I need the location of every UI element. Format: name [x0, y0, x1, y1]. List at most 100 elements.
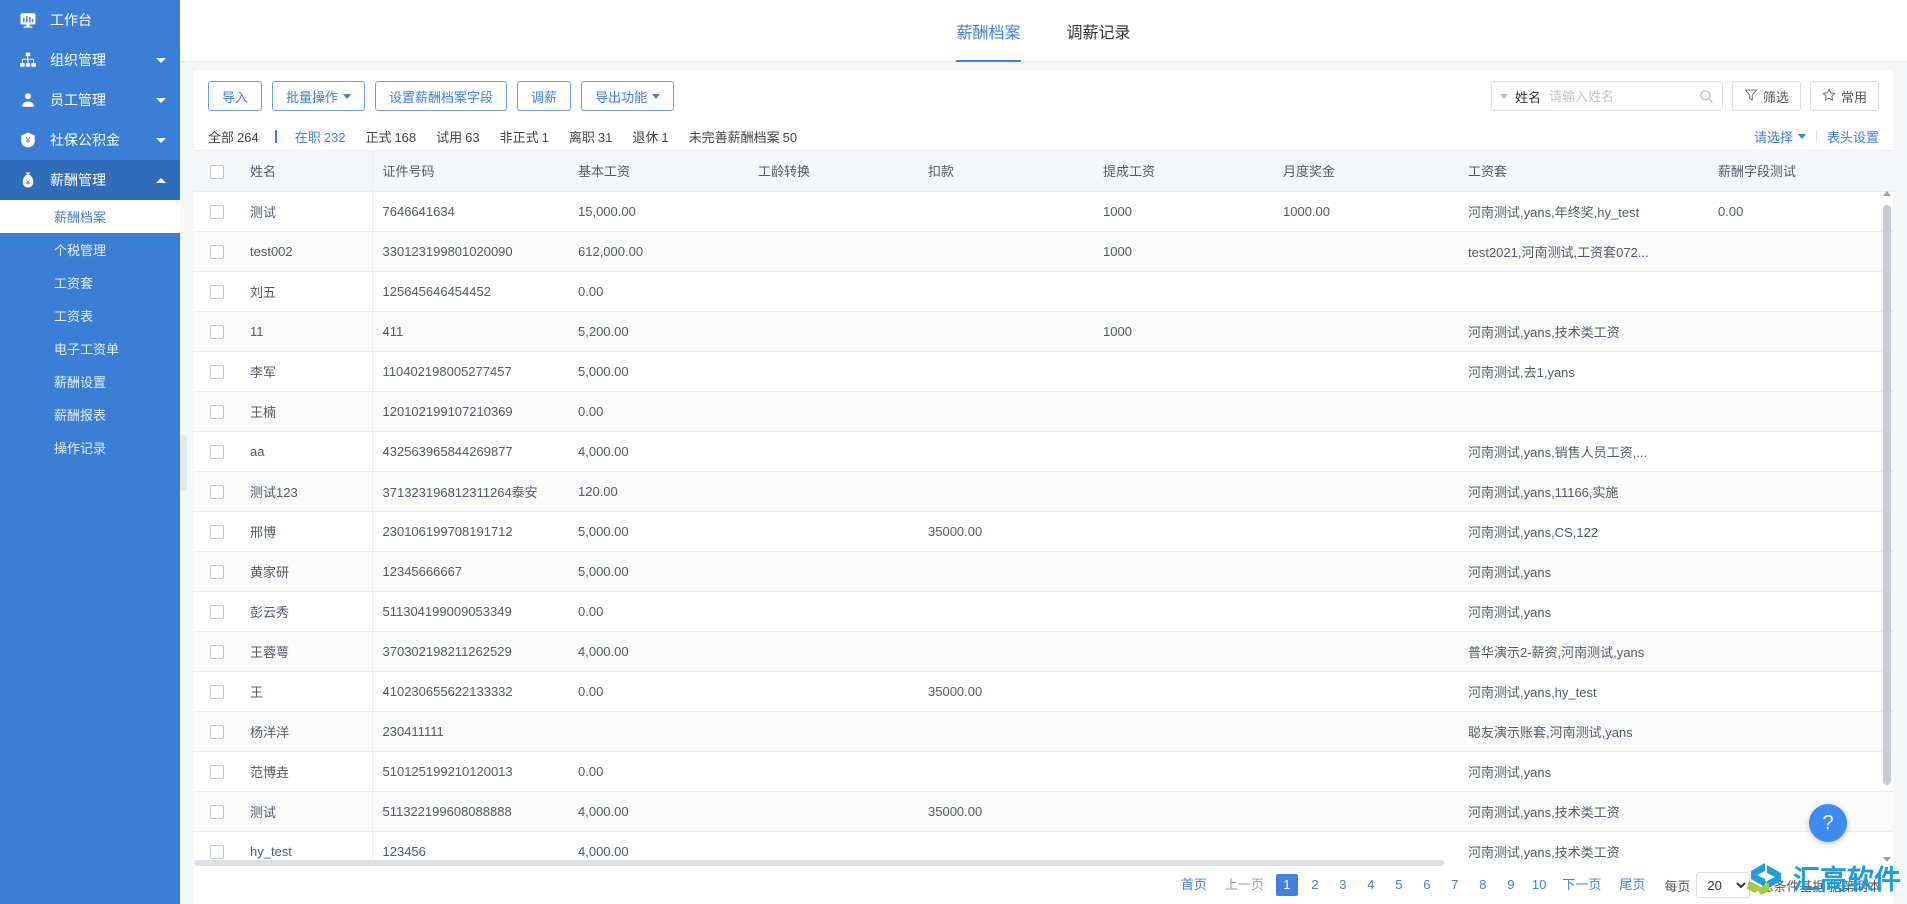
row-checkbox[interactable]	[210, 685, 224, 699]
favorite-button[interactable]: 常用	[1810, 81, 1879, 111]
table-row[interactable]: 彭云秀5113041990090533490.00河南测试,yans	[194, 591, 1893, 631]
scrollbar-thumb[interactable]	[1883, 205, 1891, 785]
per-page-select[interactable]: 102050100	[1696, 872, 1750, 898]
status-filter-resigned[interactable]: 离职31	[569, 127, 612, 146]
pagination-page-6[interactable]: 6	[1416, 874, 1438, 896]
table-row[interactable]: 黄家研123456666675,000.00河南测试,yans	[194, 551, 1893, 591]
pagination-page-8[interactable]: 8	[1472, 874, 1494, 896]
row-checkbox[interactable]	[210, 205, 224, 219]
table-row[interactable]: test002330123199801020090612,000.001000t…	[194, 231, 1893, 271]
pagination-page-2[interactable]: 2	[1304, 874, 1326, 896]
status-filter-onjob[interactable]: 在职232	[295, 127, 346, 146]
row-checkbox[interactable]	[210, 845, 224, 859]
pagination-first[interactable]: 首页	[1172, 874, 1216, 896]
batch-operation-button[interactable]: 批量操作	[272, 81, 365, 111]
pagination-page-5[interactable]: 5	[1388, 874, 1410, 896]
row-checkbox[interactable]	[210, 565, 224, 579]
row-checkbox[interactable]	[210, 445, 224, 459]
pagination-page-1[interactable]: 1	[1276, 874, 1298, 896]
sidebar-item-insurance[interactable]: ¥ 社保公积金	[0, 120, 180, 160]
sidebar-subitem-salary-report[interactable]: 薪酬报表	[0, 398, 180, 431]
configure-fields-button[interactable]: 设置薪酬档案字段	[375, 81, 507, 111]
table-row[interactable]: 李军1104021980052774575,000.00河南测试,去1,yans	[194, 351, 1893, 391]
row-checkbox[interactable]	[210, 805, 224, 819]
header-settings-link[interactable]: 表头设置	[1827, 127, 1879, 146]
table-row[interactable]: aa4325639658442698774,000.00河南测试,yans,销售…	[194, 431, 1893, 471]
table-row[interactable]: 王楠1201021991072103690.00	[194, 391, 1893, 431]
sidebar-item-employee[interactable]: 员工管理	[0, 80, 180, 120]
table-row[interactable]: 王4102306556221333320.0035000.00河南测试,yans…	[194, 671, 1893, 711]
row-checkbox[interactable]	[210, 725, 224, 739]
search-input[interactable]	[1549, 89, 1699, 104]
pagination-next[interactable]: 下一页	[1553, 874, 1610, 896]
row-checkbox[interactable]	[210, 525, 224, 539]
sidebar-subitem-e-payslip[interactable]: 电子工资单	[0, 332, 180, 365]
sidebar-item-org[interactable]: 组织管理	[0, 40, 180, 80]
table-row[interactable]: 杨洋洋230411111聪友演示账套,河南测试,yans	[194, 711, 1893, 751]
pagination-last[interactable]: 尾页	[1610, 874, 1654, 896]
column-header-test-field[interactable]: 薪酬字段测试	[1708, 151, 1893, 191]
scrollbar-track[interactable]	[1883, 193, 1891, 864]
status-filter-all[interactable]: 全部264	[208, 127, 259, 146]
sidebar-item-salary[interactable]: ¥ 薪酬管理	[0, 160, 180, 200]
tab-salary-archive[interactable]: 薪酬档案	[956, 0, 1020, 62]
status-filter-probation[interactable]: 试用63	[436, 127, 479, 146]
export-button[interactable]: 导出功能	[581, 81, 674, 111]
search-icon[interactable]	[1699, 89, 1714, 104]
select-all-checkbox[interactable]	[210, 165, 224, 179]
sidebar-subitem-payroll-sheet[interactable]: 工资表	[0, 299, 180, 332]
column-header-commission[interactable]: 提成工资	[1093, 151, 1273, 191]
help-button[interactable]: ?	[1809, 804, 1847, 842]
chevron-down-icon[interactable]	[1500, 94, 1508, 99]
row-checkbox[interactable]	[210, 245, 224, 259]
row-checkbox[interactable]	[210, 405, 224, 419]
row-checkbox[interactable]	[210, 605, 224, 619]
table-vertical-scrollbar[interactable]	[1883, 193, 1891, 864]
sidebar-item-workbench[interactable]: 工作台	[0, 0, 180, 40]
column-header-seniority[interactable]: 工龄转换	[748, 151, 918, 191]
table-row[interactable]: 114115,200.001000河南测试,yans,技术类工资	[194, 311, 1893, 351]
salary-adjust-button[interactable]: 调薪	[517, 81, 571, 111]
sidebar-resize-handle[interactable]	[180, 435, 187, 491]
search-box[interactable]: 姓名	[1491, 81, 1723, 111]
status-filter-formal[interactable]: 正式168	[365, 127, 416, 146]
pagination-page-10[interactable]: 10	[1528, 874, 1550, 896]
table-row[interactable]: 测试123371323196812311264泰安120.00河南测试,yans…	[194, 471, 1893, 511]
select-dropdown[interactable]: 请选择	[1754, 127, 1806, 146]
status-filter-incomplete[interactable]: 未完善薪酬档案50	[689, 127, 797, 146]
filter-button[interactable]: 筛选	[1732, 81, 1801, 111]
table-row[interactable]: 测试5113221996080888884,000.0035000.00河南测试…	[194, 791, 1893, 831]
row-checkbox[interactable]	[210, 325, 224, 339]
import-button[interactable]: 导入	[208, 81, 262, 111]
tab-adjustment-record[interactable]: 调薪记录	[1067, 0, 1131, 62]
column-header-id[interactable]: 证件号码	[372, 151, 568, 191]
pagination-page-3[interactable]: 3	[1332, 874, 1354, 896]
row-checkbox[interactable]	[210, 765, 224, 779]
pagination-page-9[interactable]: 9	[1500, 874, 1522, 896]
row-checkbox[interactable]	[210, 365, 224, 379]
column-header-basic-salary[interactable]: 基本工资	[568, 151, 748, 191]
pagination-page-7[interactable]: 7	[1444, 874, 1466, 896]
pagination-prev[interactable]: 上一页	[1216, 874, 1273, 896]
table-row[interactable]: 测试764664163415,000.0010001000.00河南测试,yan…	[194, 191, 1893, 231]
sidebar-subitem-salary-package[interactable]: 工资套	[0, 266, 180, 299]
table-row[interactable]: 范博垚5101251992101200130.00河南测试,yans	[194, 751, 1893, 791]
table-row[interactable]: 王蓉萼3703021982112625294,000.00普华演示2-薪资,河南…	[194, 631, 1893, 671]
pagination-page-4[interactable]: 4	[1360, 874, 1382, 896]
sidebar-subitem-salary-archive[interactable]: 薪酬档案	[0, 200, 180, 233]
column-header-monthly-bonus[interactable]: 月度奖金	[1273, 151, 1458, 191]
scroll-up-icon[interactable]	[1883, 188, 1891, 198]
table-row[interactable]: 邢博2301061997081917125,000.0035000.00河南测试…	[194, 511, 1893, 551]
sidebar-subitem-salary-settings[interactable]: 薪酬设置	[0, 365, 180, 398]
row-checkbox[interactable]	[210, 645, 224, 659]
column-header-name[interactable]: 姓名	[240, 151, 372, 191]
status-filter-informal[interactable]: 非正式1	[500, 127, 549, 146]
row-checkbox[interactable]	[210, 485, 224, 499]
column-header-deduction[interactable]: 扣款	[918, 151, 1093, 191]
table-row[interactable]: 刘五1256456464544520.00	[194, 271, 1893, 311]
status-filter-retired[interactable]: 退休1	[632, 127, 668, 146]
sidebar-subitem-operation-log[interactable]: 操作记录	[0, 431, 180, 464]
column-header-salary-package[interactable]: 工资套	[1458, 151, 1708, 191]
row-checkbox[interactable]	[210, 285, 224, 299]
sidebar-subitem-tax[interactable]: 个税管理	[0, 233, 180, 266]
